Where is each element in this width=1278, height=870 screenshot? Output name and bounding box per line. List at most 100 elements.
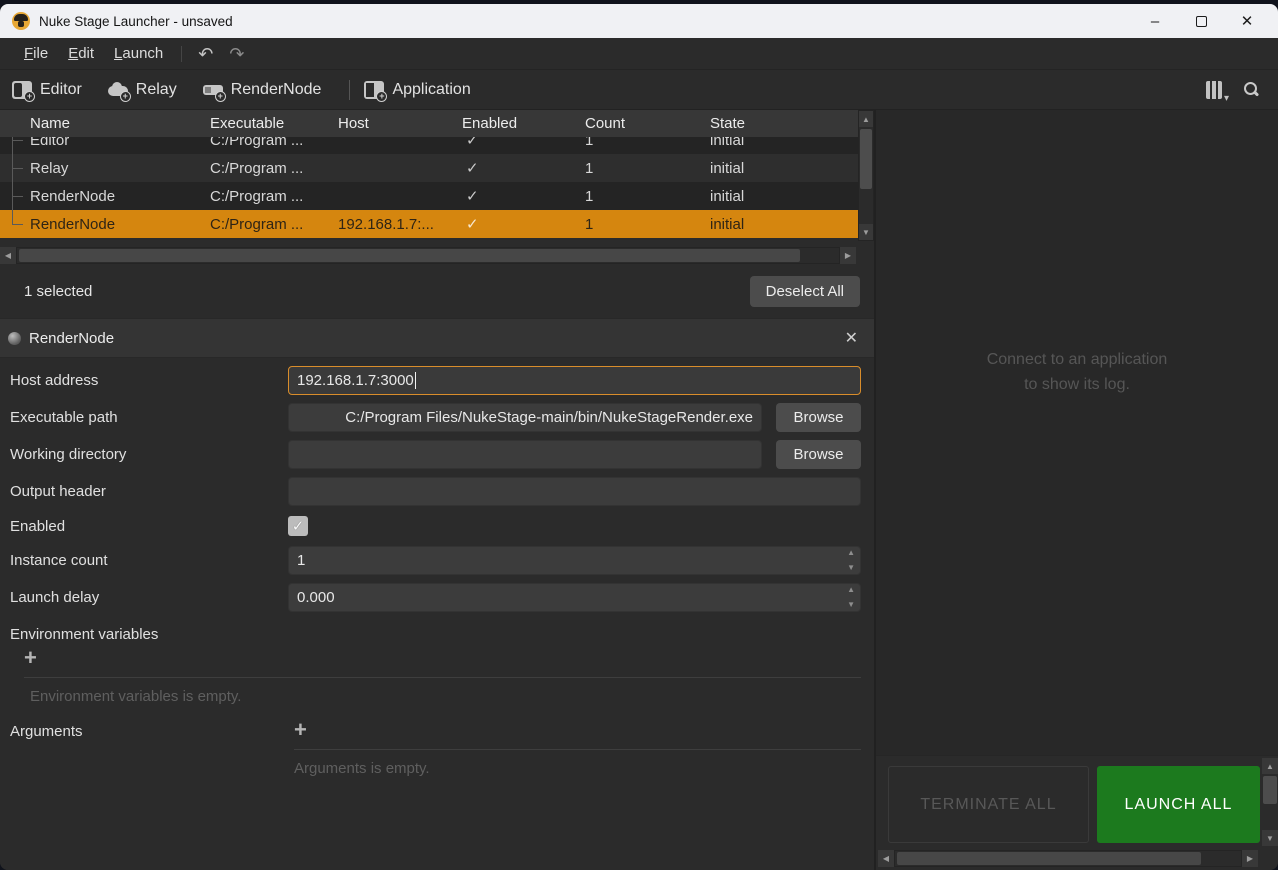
add-rendernode-button[interactable]: + RenderNode <box>203 81 322 99</box>
scroll-right-icon[interactable]: ▶ <box>1242 850 1258 867</box>
output-header-input[interactable] <box>288 477 861 506</box>
launcher-pane: Name Executable Host Enabled Count State… <box>0 110 876 870</box>
table-row-rendernode-1[interactable]: RenderNode C:/Program ... ✓ 1 initial <box>0 182 858 210</box>
table-row-rendernode-2-selected[interactable]: RenderNode C:/Program ... 192.168.1.7:..… <box>0 210 858 238</box>
col-count[interactable]: Count <box>585 115 710 132</box>
scroll-left-icon[interactable]: ◀ <box>0 247 16 264</box>
relay-cloud-icon: + <box>108 81 128 99</box>
scroll-up-icon[interactable]: ▲ <box>1262 758 1278 774</box>
detail-close-icon[interactable]: ✕ <box>845 328 858 348</box>
selection-status: 1 selected <box>24 283 92 300</box>
scroll-right-icon[interactable]: ▶ <box>840 247 856 264</box>
scrollbar-thumb[interactable] <box>897 852 1201 865</box>
scroll-left-icon[interactable]: ◀ <box>878 850 894 867</box>
arguments-empty-text: Arguments is empty. <box>294 760 861 777</box>
col-enabled[interactable]: Enabled <box>462 115 585 132</box>
cell-state: initial <box>710 160 858 177</box>
enabled-checkbox[interactable]: ✓ <box>288 516 308 536</box>
add-editor-button[interactable]: + Editor <box>12 81 82 99</box>
scroll-up-icon[interactable]: ▲ <box>859 111 873 127</box>
section-divider <box>294 749 861 750</box>
log-placeholder-line2: to show its log. <box>987 373 1168 398</box>
redo-icon[interactable]: ↷ <box>221 45 252 63</box>
spinner-arrows[interactable]: ▲ ▼ <box>847 549 855 572</box>
log-placeholder-line1: Connect to an application <box>987 348 1168 373</box>
launch-all-button[interactable]: LAUNCH ALL <box>1097 766 1260 843</box>
actions-area: TERMINATE ALL LAUNCH ALL ▲ ▼ ◀ ▶ <box>876 755 1278 870</box>
cell-executable: C:/Program ... <box>210 216 338 233</box>
column-settings-icon[interactable]: ▾ <box>1206 81 1222 99</box>
cell-count: 1 <box>585 188 710 205</box>
cell-executable: C:/Program ... <box>210 137 338 149</box>
col-state[interactable]: State <box>710 115 858 132</box>
col-name[interactable]: Name <box>0 115 210 132</box>
toolbar-separator <box>349 80 350 100</box>
app-logo-icon <box>12 12 30 30</box>
executable-browse-button[interactable]: Browse <box>776 403 861 432</box>
scrollbar-thumb[interactable] <box>860 129 872 189</box>
minimize-button[interactable]: – <box>1132 6 1178 36</box>
table-horizontal-scrollbar[interactable]: ◀ ▶ <box>0 247 856 264</box>
host-address-input[interactable]: 192.168.1.7:3000 <box>288 366 861 395</box>
add-environment-variable-button[interactable]: + <box>24 647 48 669</box>
log-horizontal-scrollbar[interactable]: ◀ ▶ <box>878 850 1258 867</box>
text-caret <box>415 372 416 389</box>
table-vertical-scrollbar[interactable]: ▲ ▼ <box>858 110 874 241</box>
scroll-down-icon[interactable]: ▼ <box>1262 830 1278 846</box>
undo-icon[interactable]: ↶ <box>190 45 221 63</box>
maximize-button[interactable] <box>1178 6 1224 36</box>
cell-count: 1 <box>585 216 710 233</box>
scrollbar-thumb[interactable] <box>19 249 800 262</box>
add-relay-button[interactable]: + Relay <box>108 81 177 99</box>
cell-executable: C:/Program ... <box>210 188 338 205</box>
close-button[interactable]: ✕ <box>1224 6 1270 36</box>
working-directory-input[interactable] <box>288 440 762 469</box>
plus-badge-icon: + <box>376 91 387 102</box>
cell-executable: C:/Program ... <box>210 160 338 177</box>
log-placeholder: Connect to an application to show its lo… <box>987 348 1168 398</box>
scroll-down-icon[interactable]: ▼ <box>859 224 873 240</box>
chevron-down-icon: ▾ <box>1224 93 1229 104</box>
checkmark-icon: ✓ <box>292 517 305 535</box>
menu-launch[interactable]: Launch <box>104 41 173 66</box>
toolbar: + Editor + Relay + RenderNode + Applicat… <box>0 70 1278 110</box>
add-argument-button[interactable]: + <box>294 719 318 741</box>
working-directory-browse-button[interactable]: Browse <box>776 440 861 469</box>
spin-up-icon[interactable]: ▲ <box>847 586 855 594</box>
detail-header: RenderNode ✕ <box>0 318 874 358</box>
maximize-icon <box>1196 16 1207 27</box>
cell-state: initial <box>710 137 858 149</box>
spin-up-icon[interactable]: ▲ <box>847 549 855 557</box>
add-editor-label: Editor <box>40 81 82 99</box>
executable-path-input[interactable]: C:/Program Files/NukeStage-main/bin/Nuke… <box>288 403 762 432</box>
cell-count: 1 <box>585 137 710 149</box>
table-row-editor[interactable]: Editor C:/Program ... ✓ 1 initial <box>0 137 858 154</box>
col-executable[interactable]: Executable <box>210 115 338 132</box>
spin-down-icon[interactable]: ▼ <box>847 564 855 572</box>
enabled-label: Enabled <box>10 518 288 535</box>
log-vertical-scrollbar[interactable]: ▲ ▼ <box>1262 758 1278 846</box>
terminate-all-button[interactable]: TERMINATE ALL <box>888 766 1089 843</box>
search-icon[interactable] <box>1242 81 1260 99</box>
selection-bar: 1 selected Deselect All <box>0 264 874 318</box>
cell-name: Relay <box>0 160 210 177</box>
menu-edit[interactable]: Edit <box>58 41 104 66</box>
table-row-relay[interactable]: Relay C:/Program ... ✓ 1 initial <box>0 154 858 182</box>
spin-down-icon[interactable]: ▼ <box>847 601 855 609</box>
detail-form: Host address 192.168.1.7:3000 Executable… <box>0 358 874 870</box>
application-icon: + <box>364 81 384 99</box>
add-application-button[interactable]: + Application <box>364 81 470 99</box>
launch-delay-value: 0.000 <box>297 589 335 606</box>
scrollbar-thumb[interactable] <box>1263 776 1277 804</box>
col-host[interactable]: Host <box>338 115 462 132</box>
arguments-label: Arguments <box>10 719 288 740</box>
deselect-all-button[interactable]: Deselect All <box>750 276 860 307</box>
launch-delay-input[interactable]: 0.000 ▲ ▼ <box>288 583 861 612</box>
menu-file[interactable]: File <box>14 41 58 66</box>
instance-count-label: Instance count <box>10 552 288 569</box>
launch-delay-label: Launch delay <box>10 589 288 606</box>
instance-count-input[interactable]: 1 ▲ ▼ <box>288 546 861 575</box>
add-application-label: Application <box>392 81 470 99</box>
titlebar: Nuke Stage Launcher - unsaved – ✕ <box>0 4 1278 38</box>
spinner-arrows[interactable]: ▲ ▼ <box>847 586 855 609</box>
